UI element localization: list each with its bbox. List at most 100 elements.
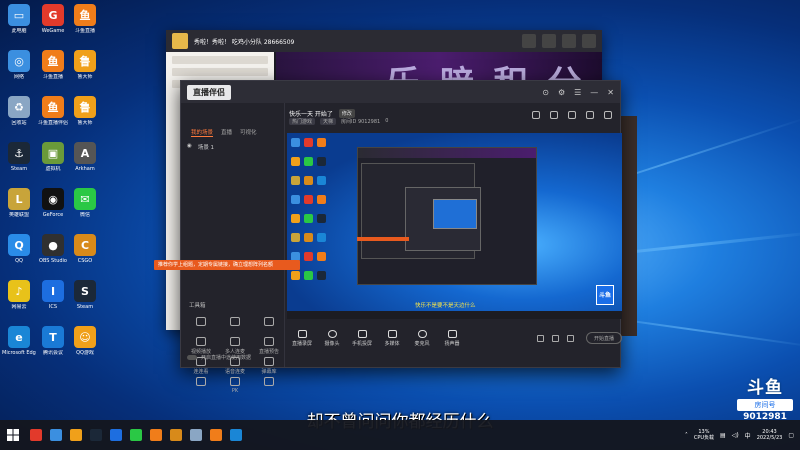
tab-my-scene[interactable]: 我的场景	[191, 128, 214, 137]
bell-icon[interactable]	[586, 111, 594, 119]
toolbox-item[interactable]	[187, 377, 215, 388]
desktop-icon[interactable]: 鱼斗鱼直播	[68, 4, 102, 34]
toolbox-item[interactable]	[255, 377, 283, 388]
tab-live[interactable]: 直播	[221, 128, 232, 136]
desktop-icon[interactable]: T 腾讯会议	[36, 326, 70, 356]
menu-icon[interactable]: ☰	[574, 88, 581, 97]
record-icon[interactable]	[537, 334, 544, 342]
desktop-icon[interactable]: S Steam	[68, 280, 102, 310]
media-button[interactable]: 多媒体	[377, 329, 407, 347]
app-icon: A	[74, 142, 96, 164]
desktop-icon[interactable]: 鲁鲁大师	[68, 96, 102, 126]
desktop-icon[interactable]: e Microsoft Edge	[2, 326, 36, 356]
toolbox-item[interactable]: PK	[221, 377, 249, 394]
desktop-icon[interactable]: 鱼斗鱼直播伴侣	[36, 96, 70, 126]
desktop-icon[interactable]: A Arkham	[68, 142, 102, 172]
taskbar-app[interactable]	[46, 420, 66, 450]
grid-icon[interactable]	[604, 111, 612, 119]
settings-icon[interactable]: ⚙	[558, 88, 565, 97]
edit-title-button[interactable]: 修改	[338, 109, 355, 118]
speaker-button[interactable]: 扬声器	[437, 329, 467, 347]
start-live-button[interactable]: 开始直播	[586, 332, 622, 344]
chat-icon[interactable]	[568, 111, 576, 119]
toolbox-item[interactable]	[255, 317, 283, 328]
desktop-icon[interactable]: I ICS	[36, 280, 70, 310]
toolbox-item[interactable]: 直播预告	[255, 337, 283, 355]
ime-icon[interactable]: 中	[745, 431, 751, 440]
volume-icon[interactable]: ◁)	[732, 432, 739, 439]
menu-icon[interactable]	[582, 34, 596, 48]
desktop-icon[interactable]: Q QQ	[2, 234, 36, 264]
category-chip[interactable]: 热门游戏	[289, 118, 316, 125]
desktop-icon[interactable]: ⚓ Steam	[2, 142, 36, 172]
taskbar-app[interactable]	[186, 420, 206, 450]
tool-icon	[264, 317, 274, 326]
desktop-icon[interactable]: ☺ QQ游戏	[68, 326, 102, 356]
gift-icon[interactable]	[532, 111, 540, 119]
douyu-room-title: 秀啦！秀啦！ 吃鸡小分队 28666509	[194, 38, 295, 46]
app-icon: ◉	[42, 188, 64, 210]
microphone-button[interactable]: 麦克风	[407, 329, 437, 347]
phone-cast-button[interactable]: 手机投屏	[347, 329, 377, 347]
taskbar-app[interactable]	[146, 420, 166, 450]
desktop-icon[interactable]: ◎ 网络	[2, 50, 36, 80]
camera-button[interactable]: 摄像头	[317, 329, 347, 347]
minimize-button[interactable]: —	[590, 88, 598, 97]
desktop-icon[interactable]: ● OBS Studio	[36, 234, 70, 264]
list-icon[interactable]	[542, 34, 556, 48]
avatar-icon[interactable]: ⊙	[542, 88, 549, 97]
toolbox-item[interactable]: 弹幕库	[255, 357, 283, 375]
tip-banner[interactable]: 推荐你学上组题，定期专属链接，确立理想阵列名额	[154, 260, 300, 270]
cpu-indicator[interactable]: 13% CPU负载	[694, 429, 714, 441]
eye-icon[interactable]: ◉	[187, 143, 192, 151]
desktop-icon[interactable]: ♻ 回收站	[2, 96, 36, 126]
desktop-icon[interactable]: ▭ 此电脑	[2, 4, 36, 34]
desktop-icon[interactable]: G WeGame	[36, 4, 70, 34]
app-icon: ✉	[74, 188, 96, 210]
toolbox-item[interactable]: 视频播放	[187, 337, 215, 355]
desktop-icon[interactable]: ✉ 微信	[68, 188, 102, 218]
data-toggle[interactable]	[187, 355, 197, 360]
taskbar-app[interactable]	[26, 420, 46, 450]
desktop-icon[interactable]: L 英雄联盟	[2, 188, 36, 218]
desktop-icon[interactable]: C CSGO	[68, 234, 102, 264]
scene-item[interactable]: ◉ 场景 1	[187, 143, 214, 151]
live-preview[interactable]: 斗鱼 快乐不是要不是天边什么	[287, 133, 622, 319]
taskbar-app[interactable]	[226, 420, 246, 450]
taskbar-app[interactable]	[106, 420, 126, 450]
taskbar-app[interactable]	[166, 420, 186, 450]
share-icon[interactable]	[550, 111, 558, 119]
taskbar-app[interactable]	[86, 420, 106, 450]
notification-icon[interactable]: ▢	[788, 432, 794, 439]
taskbar-app[interactable]	[126, 420, 146, 450]
companion-titlebar: 直播伴侣 ⊙ ⚙ ☰ — ✕	[181, 81, 620, 103]
room-id: 房间ID 9012981	[341, 119, 381, 125]
screen-capture-button[interactable]: 直播录屏	[287, 329, 317, 347]
gamepad-icon[interactable]	[562, 34, 576, 48]
tab-visual[interactable]: 可视化	[240, 128, 257, 136]
camera-toggle-icon[interactable]	[552, 334, 559, 342]
app-icon: 鱼	[74, 4, 96, 26]
desktop-icon[interactable]: ◉ GeForce	[36, 188, 70, 218]
clock[interactable]: 20:43 2022/5/23	[757, 429, 783, 441]
settings-icon[interactable]	[567, 334, 574, 342]
start-button[interactable]	[0, 420, 26, 450]
home-icon[interactable]	[522, 34, 536, 48]
app-icon	[30, 429, 42, 441]
desktop-icon[interactable]: ▣ 虚拟机	[36, 142, 70, 172]
toolbox-item[interactable]: 多人连麦	[221, 337, 249, 355]
live-companion-window[interactable]: 直播伴侣 ⊙ ⚙ ☰ — ✕ 我的场景 直播 可视化 ◉ 场景 1 工具箱 视频…	[180, 80, 622, 394]
desktop-icon[interactable]: ♪ 网易云	[2, 280, 36, 310]
chevron-up-icon[interactable]: ˄	[685, 432, 688, 439]
taskbar-app[interactable]	[206, 420, 226, 450]
desktop-icon-label: ICS	[48, 304, 58, 310]
subcategory-chip[interactable]: 天梯	[320, 118, 337, 125]
network-icon[interactable]: ▤	[720, 432, 726, 439]
taskbar-app[interactable]	[66, 420, 86, 450]
toolbox-item[interactable]	[187, 317, 215, 328]
close-button[interactable]: ✕	[607, 88, 614, 97]
toolbox-item[interactable]	[221, 317, 249, 328]
desktop-icon[interactable]: 鲁鲁大师	[68, 50, 102, 80]
desktop-icon-label: OBS Studio	[39, 258, 67, 264]
desktop-icon[interactable]: 鱼斗鱼直播	[36, 50, 70, 80]
